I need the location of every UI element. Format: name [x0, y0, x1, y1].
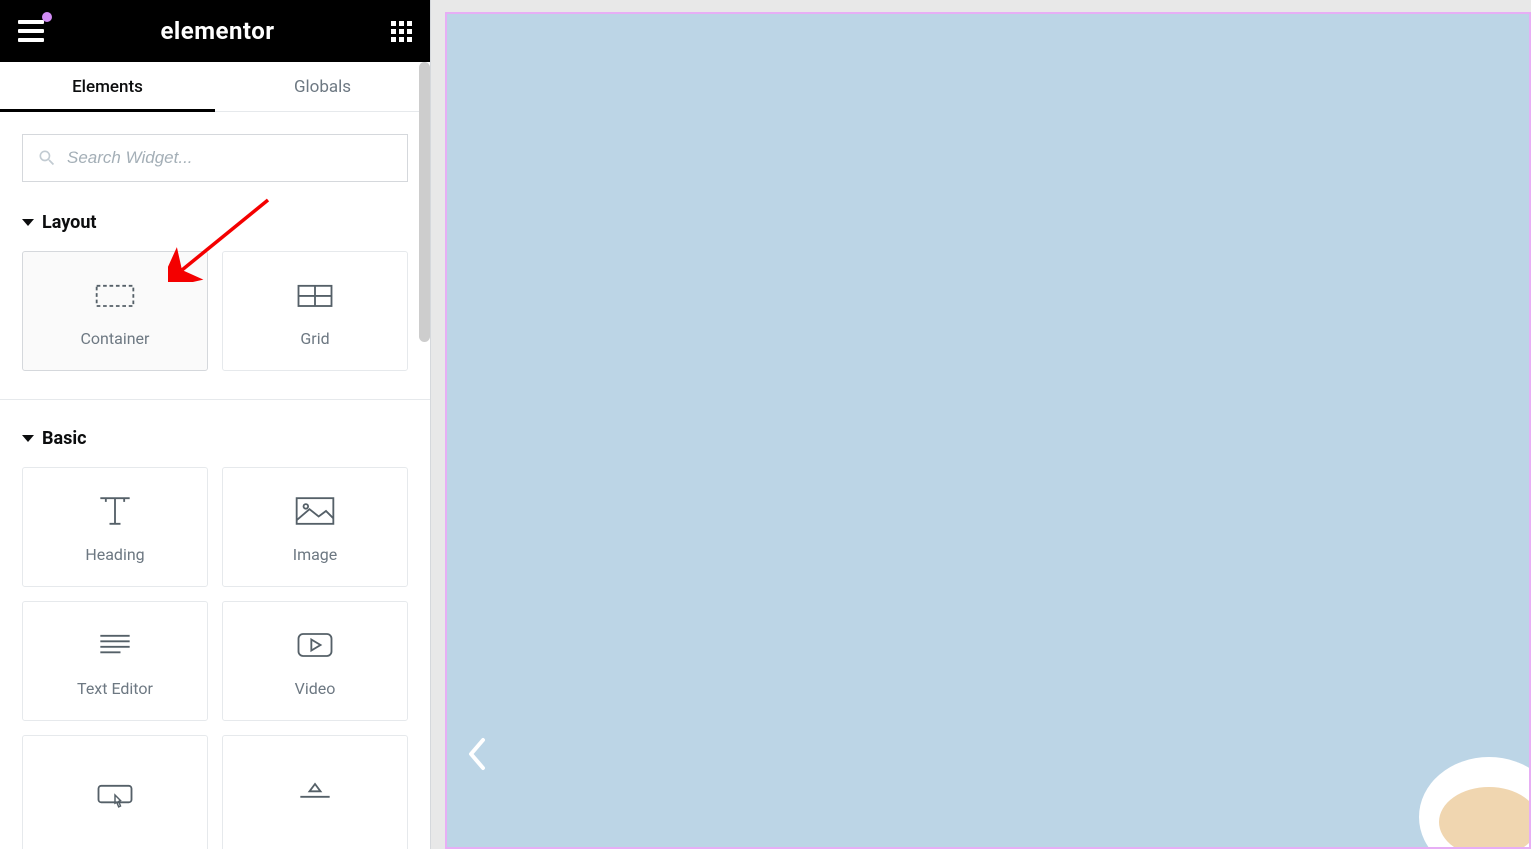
- tab-elements[interactable]: Elements: [0, 62, 215, 111]
- section-title-label: Layout: [42, 212, 97, 233]
- basic-widget-grid: Heading Image Text Editor: [22, 467, 408, 849]
- widget-label: Container: [81, 329, 150, 348]
- app-root: elementor Elements Globals Layout: [0, 0, 1531, 849]
- widget-video[interactable]: Video: [222, 601, 408, 721]
- widget-label: Grid: [300, 329, 329, 348]
- widget-text-editor[interactable]: Text Editor: [22, 601, 208, 721]
- sidebar-header: elementor: [0, 0, 430, 62]
- widget-label: Heading: [85, 545, 144, 564]
- search-input[interactable]: [67, 148, 393, 168]
- search-icon: [37, 148, 57, 168]
- canvas-area: [431, 0, 1531, 849]
- caret-down-icon: [22, 435, 34, 442]
- sidebar-body: Layout Container Grid: [0, 112, 430, 849]
- widget-label: Image: [293, 545, 338, 564]
- text-editor-icon: [93, 625, 137, 665]
- widget-heading[interactable]: Heading: [22, 467, 208, 587]
- divider-icon: [293, 775, 337, 815]
- section-toggle-basic[interactable]: Basic: [22, 428, 408, 449]
- section-toggle-layout[interactable]: Layout: [22, 212, 408, 233]
- heading-icon: [93, 491, 137, 531]
- video-icon: [293, 625, 337, 665]
- decorative-blob: [1439, 787, 1531, 849]
- menu-button[interactable]: [18, 20, 44, 42]
- tab-globals[interactable]: Globals: [215, 62, 430, 111]
- widget-grid[interactable]: Grid: [222, 251, 408, 371]
- caret-down-icon: [22, 219, 34, 226]
- container-icon: [93, 275, 137, 315]
- button-icon: [93, 775, 137, 815]
- canvas-frame[interactable]: [445, 12, 1531, 849]
- image-icon: [293, 491, 337, 531]
- widget-label: Text Editor: [77, 679, 153, 698]
- sidebar-scrollbar[interactable]: [419, 62, 430, 342]
- chevron-left-icon: [465, 736, 489, 772]
- notification-dot-icon: [42, 12, 52, 22]
- sidebar-tabs: Elements Globals: [0, 62, 430, 112]
- slider-prev-button[interactable]: [465, 736, 489, 776]
- widget-label: Video: [295, 679, 336, 698]
- widget-button[interactable]: Button: [22, 735, 208, 849]
- brand-logo: elementor: [160, 17, 274, 45]
- layout-widget-grid: Container Grid: [22, 251, 408, 371]
- grid-icon: [293, 275, 337, 315]
- apps-grid-button[interactable]: [391, 21, 412, 42]
- search-widget-wrap: [22, 134, 408, 182]
- widget-image[interactable]: Image: [222, 467, 408, 587]
- editor-sidebar: elementor Elements Globals Layout: [0, 0, 431, 849]
- widget-divider[interactable]: Divider: [222, 735, 408, 849]
- section-title-label: Basic: [42, 428, 87, 449]
- widget-container[interactable]: Container: [22, 251, 208, 371]
- section-divider: [0, 399, 430, 400]
